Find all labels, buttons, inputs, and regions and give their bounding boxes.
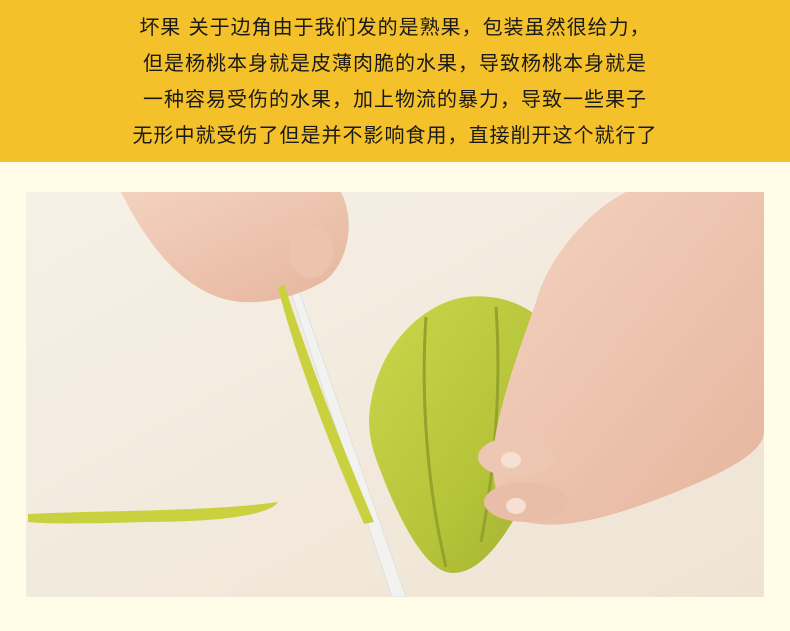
right-finger-2 (484, 482, 568, 522)
fingernail-2 (506, 498, 526, 514)
header-banner: 坏果 关于边角由于我们发的是熟果，包装虽然很给力， 但是杨桃本身就是皮薄肉脆的水… (0, 0, 790, 162)
fingernail-1 (501, 452, 521, 468)
star-fruit-cutting-photo (26, 192, 764, 597)
banner-line-3: 一种容易受伤的水果，加上物流的暴力，导致一些果子 (143, 87, 647, 111)
left-thumb (289, 226, 333, 278)
banner-line-2: 但是杨桃本身就是皮薄肉脆的水果，导致杨桃本身就是 (143, 51, 647, 75)
banner-line-1: 坏果 关于边角由于我们发的是熟果，包装虽然很给力， (139, 15, 651, 39)
photo-illustration (26, 192, 764, 597)
banner-line-4: 无形中就受伤了但是并不影响食用，直接削开这个就行了 (132, 123, 658, 147)
